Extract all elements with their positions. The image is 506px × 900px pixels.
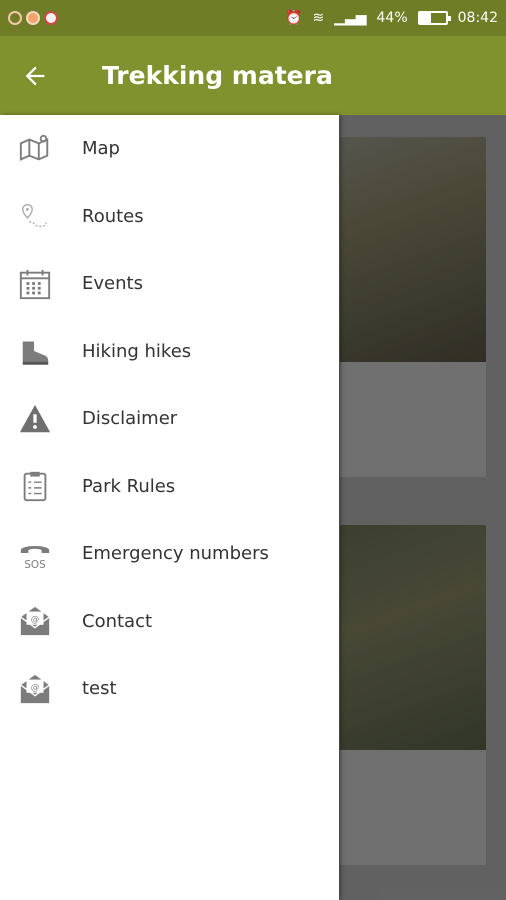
menu-item-label: Map <box>82 138 120 160</box>
chrome-notification-icon <box>44 11 58 25</box>
map-icon <box>0 132 82 166</box>
notification-icons <box>8 11 58 25</box>
menu-item-disclaimer[interactable]: Disclaimer <box>0 385 339 453</box>
mail-icon: @ <box>0 604 82 638</box>
clipboard-icon <box>0 469 82 503</box>
menu-item-label: Events <box>82 273 143 295</box>
menu-item-label: Routes <box>82 205 144 227</box>
svg-text:@: @ <box>31 683 40 693</box>
menu-item-label: test <box>82 678 117 700</box>
app-notification-icon <box>26 11 40 25</box>
mail-icon: @ <box>0 672 82 706</box>
svg-text:SOS: SOS <box>24 559 46 571</box>
battery-icon <box>417 11 451 25</box>
navigation-drawer: Map Routes Events Hiking hikes Disclaime… <box>0 115 339 900</box>
app-notification-icon <box>8 11 22 25</box>
menu-item-test[interactable]: @ test <box>0 655 339 723</box>
signal-icon: ▁▃▅ <box>334 10 367 26</box>
menu-item-map[interactable]: Map <box>0 115 339 183</box>
route-icon <box>0 199 82 233</box>
calendar-icon <box>0 267 82 301</box>
boot-icon <box>0 334 82 368</box>
menu-item-label: Contact <box>82 610 153 632</box>
warning-icon <box>0 402 82 436</box>
arrow-back-icon[interactable] <box>0 62 70 90</box>
menu-item-contact[interactable]: @ Contact <box>0 588 339 656</box>
menu-item-label: Emergency numbers <box>82 543 269 565</box>
menu-item-events[interactable]: Events <box>0 250 339 318</box>
sos-phone-icon: SOS <box>0 537 82 571</box>
menu-item-label: Disclaimer <box>82 408 178 430</box>
page-title: Trekking matera <box>102 61 333 90</box>
clock: 08:42 <box>457 10 498 26</box>
battery-percentage: 44% <box>376 10 408 26</box>
svg-text:@: @ <box>31 615 40 625</box>
menu-item-routes[interactable]: Routes <box>0 183 339 251</box>
battery-fill <box>419 13 432 23</box>
status-bar: ⏰ ≋ ▁▃▅ 44% 08:42 <box>0 0 506 36</box>
wifi-icon: ≋ <box>312 10 325 26</box>
menu-item-park-rules[interactable]: Park Rules <box>0 453 339 521</box>
menu-item-emergency-numbers[interactable]: SOS Emergency numbers <box>0 520 339 588</box>
system-status: ⏰ ≋ ▁▃▅ 44% 08:42 <box>285 10 498 26</box>
menu-item-label: Park Rules <box>82 475 176 497</box>
app-bar: Trekking matera <box>0 36 506 115</box>
menu-item-hiking-hikes[interactable]: Hiking hikes <box>0 318 339 386</box>
alarm-icon: ⏰ <box>285 10 303 26</box>
menu-item-label: Hiking hikes <box>82 340 192 362</box>
